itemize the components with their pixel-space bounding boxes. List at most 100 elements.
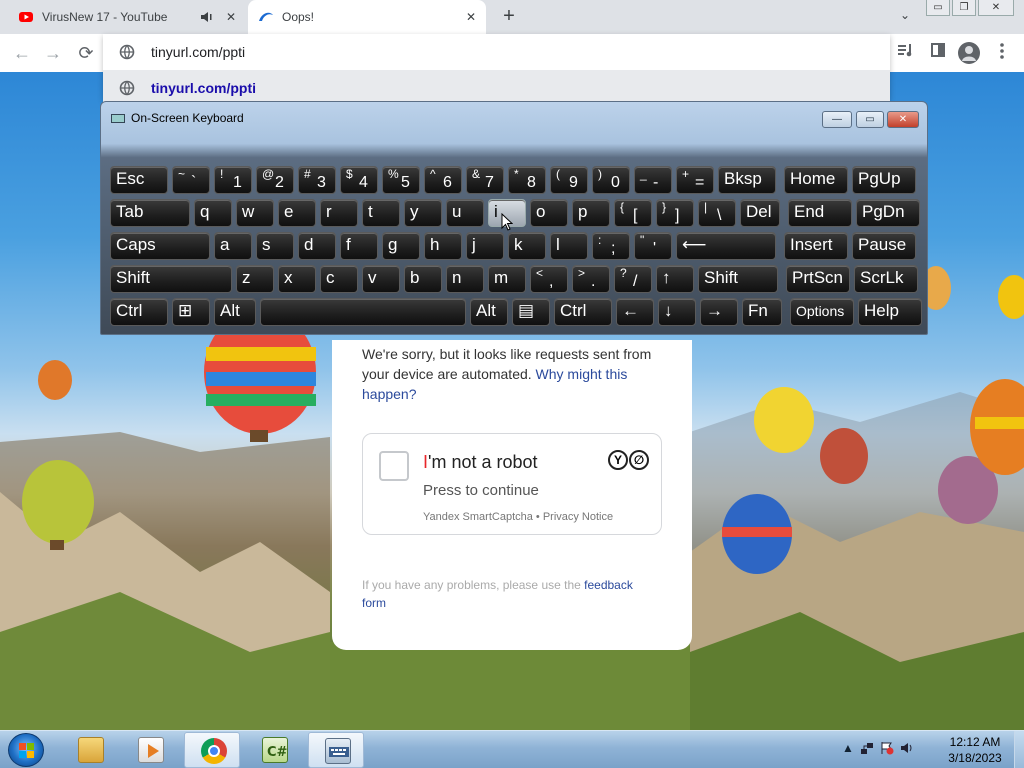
key-m[interactable]: m xyxy=(488,265,526,293)
key-e[interactable]: e xyxy=(278,199,316,227)
key-9[interactable]: (9 xyxy=(550,166,588,194)
key-a[interactable]: a xyxy=(214,232,252,260)
taskbar-explorer[interactable] xyxy=(62,732,118,768)
key-[interactable]: ~ ` xyxy=(172,166,210,194)
key-[interactable]: + = xyxy=(676,166,714,194)
restore-button[interactable]: ❐ xyxy=(952,0,976,16)
key-home[interactable]: Home xyxy=(784,166,848,194)
new-tab-button[interactable]: + xyxy=(498,6,520,28)
show-hidden-icon[interactable]: ▲ xyxy=(842,741,854,758)
key-v[interactable]: v xyxy=(362,265,400,293)
key-z[interactable]: z xyxy=(236,265,274,293)
feedback-link[interactable]: feedback xyxy=(584,578,633,592)
key-[interactable]: <, xyxy=(530,265,568,293)
key-[interactable]: }] xyxy=(656,199,694,227)
system-clock[interactable]: 12:12 AM 3/18/2023 xyxy=(940,734,1010,766)
key-[interactable]: ↑ xyxy=(656,265,694,293)
media-control-icon[interactable] xyxy=(896,43,916,63)
key-tab[interactable]: Tab xyxy=(110,199,190,227)
osk-minimize-button[interactable]: — xyxy=(822,111,852,128)
close-button[interactable]: ✕ xyxy=(978,0,1014,16)
key-d[interactable]: d xyxy=(298,232,336,260)
key-pgdn[interactable]: PgDn xyxy=(856,199,920,227)
key-shift[interactable]: Shift xyxy=(110,265,232,293)
tab-youtube[interactable]: VirusNew 17 - YouTube ✕ xyxy=(8,0,246,34)
key-bksp[interactable]: Bksp xyxy=(718,166,776,194)
key-caps[interactable]: Caps xyxy=(110,232,210,260)
key-pause[interactable]: Pause xyxy=(852,232,916,260)
speaker-icon[interactable] xyxy=(198,8,216,26)
key-1[interactable]: ! 1 xyxy=(214,166,252,194)
profile-icon[interactable] xyxy=(958,42,980,64)
action-center-icon[interactable] xyxy=(880,741,894,758)
osk-close-button[interactable]: ✕ xyxy=(887,111,919,128)
key-8[interactable]: * 8 xyxy=(508,166,546,194)
taskbar-osk[interactable] xyxy=(308,732,364,768)
not-robot-checkbox[interactable] xyxy=(379,451,409,481)
back-button[interactable]: ← xyxy=(10,42,34,64)
key-pgup[interactable]: PgUp xyxy=(852,166,916,194)
key-[interactable]: >. xyxy=(572,265,610,293)
key-2[interactable]: @2 xyxy=(256,166,294,194)
key-prtscn[interactable]: PrtScn xyxy=(786,265,850,293)
key-n[interactable]: n xyxy=(446,265,484,293)
key-[interactable]: → xyxy=(700,298,738,326)
key-k[interactable]: k xyxy=(508,232,546,260)
key-s[interactable]: s xyxy=(256,232,294,260)
key-t[interactable]: t xyxy=(362,199,400,227)
key-end[interactable]: End xyxy=(788,199,852,227)
key-r[interactable]: r xyxy=(320,199,358,227)
smartcaptcha-widget[interactable]: I'm not a robot Press to continue Yandex… xyxy=(362,433,662,535)
key-[interactable]: :; xyxy=(592,232,630,260)
privacy-notice-link[interactable]: Yandex SmartCaptcha • Privacy Notice xyxy=(423,511,613,523)
key-b[interactable]: b xyxy=(404,265,442,293)
key-[interactable]: {[ xyxy=(614,199,652,227)
minimize-button[interactable]: ▭ xyxy=(926,0,950,16)
key-alt[interactable]: Alt xyxy=(214,298,256,326)
osk-restore-button[interactable]: ▭ xyxy=(856,111,884,128)
key-fn[interactable]: Fn xyxy=(742,298,782,326)
key-0[interactable]: ) 0 xyxy=(592,166,630,194)
key-scrlk[interactable]: ScrLk xyxy=(854,265,918,293)
show-desktop-button[interactable] xyxy=(1014,731,1024,768)
key-shift[interactable]: Shift xyxy=(698,265,778,293)
omnibox-input[interactable]: tinyurl.com/ppti xyxy=(151,44,245,60)
omnibox[interactable]: tinyurl.com/ppti tinyurl.com/ppti xyxy=(103,34,890,106)
key-q[interactable]: q xyxy=(194,199,232,227)
key-help[interactable]: Help xyxy=(858,298,922,326)
key-del[interactable]: Del xyxy=(740,199,780,227)
key-l[interactable]: l xyxy=(550,232,588,260)
tab-close-button[interactable]: ✕ xyxy=(222,8,240,26)
reload-button[interactable]: ⟳ xyxy=(74,42,98,64)
start-button[interactable] xyxy=(8,733,44,767)
key-options[interactable]: Options xyxy=(790,298,854,326)
key-ctrl[interactable]: Ctrl xyxy=(110,298,168,326)
tab-search-button[interactable]: ⌄ xyxy=(896,8,914,26)
key-[interactable]: ⊞ xyxy=(172,298,210,326)
key-j[interactable]: j xyxy=(466,232,504,260)
network-icon[interactable] xyxy=(860,741,874,758)
key-4[interactable]: $4 xyxy=(340,166,378,194)
key-h[interactable]: h xyxy=(424,232,462,260)
key-o[interactable]: o xyxy=(530,199,568,227)
volume-icon[interactable] xyxy=(900,741,914,758)
key-esc[interactable]: Esc xyxy=(110,166,168,194)
key-space[interactable] xyxy=(260,298,466,326)
key-w[interactable]: w xyxy=(236,199,274,227)
key-[interactable]: _ - xyxy=(634,166,672,194)
key-insert[interactable]: Insert xyxy=(784,232,848,260)
forward-button[interactable]: → xyxy=(41,42,65,64)
taskbar-csharp[interactable]: C# xyxy=(246,732,302,768)
omnibox-input-row[interactable]: tinyurl.com/ppti xyxy=(103,34,890,70)
key-p[interactable]: p xyxy=(572,199,610,227)
key-5[interactable]: % 5 xyxy=(382,166,420,194)
menu-icon[interactable] xyxy=(992,43,1012,63)
key-6[interactable]: ^ 6 xyxy=(424,166,462,194)
key-[interactable]: ⟵ xyxy=(676,232,776,260)
key-c[interactable]: c xyxy=(320,265,358,293)
key-3[interactable]: #3 xyxy=(298,166,336,194)
key-x[interactable]: x xyxy=(278,265,316,293)
taskbar-media-player[interactable] xyxy=(122,732,178,768)
tab-oops[interactable]: Oops! ✕ xyxy=(248,0,486,34)
key-[interactable]: ← xyxy=(616,298,654,326)
